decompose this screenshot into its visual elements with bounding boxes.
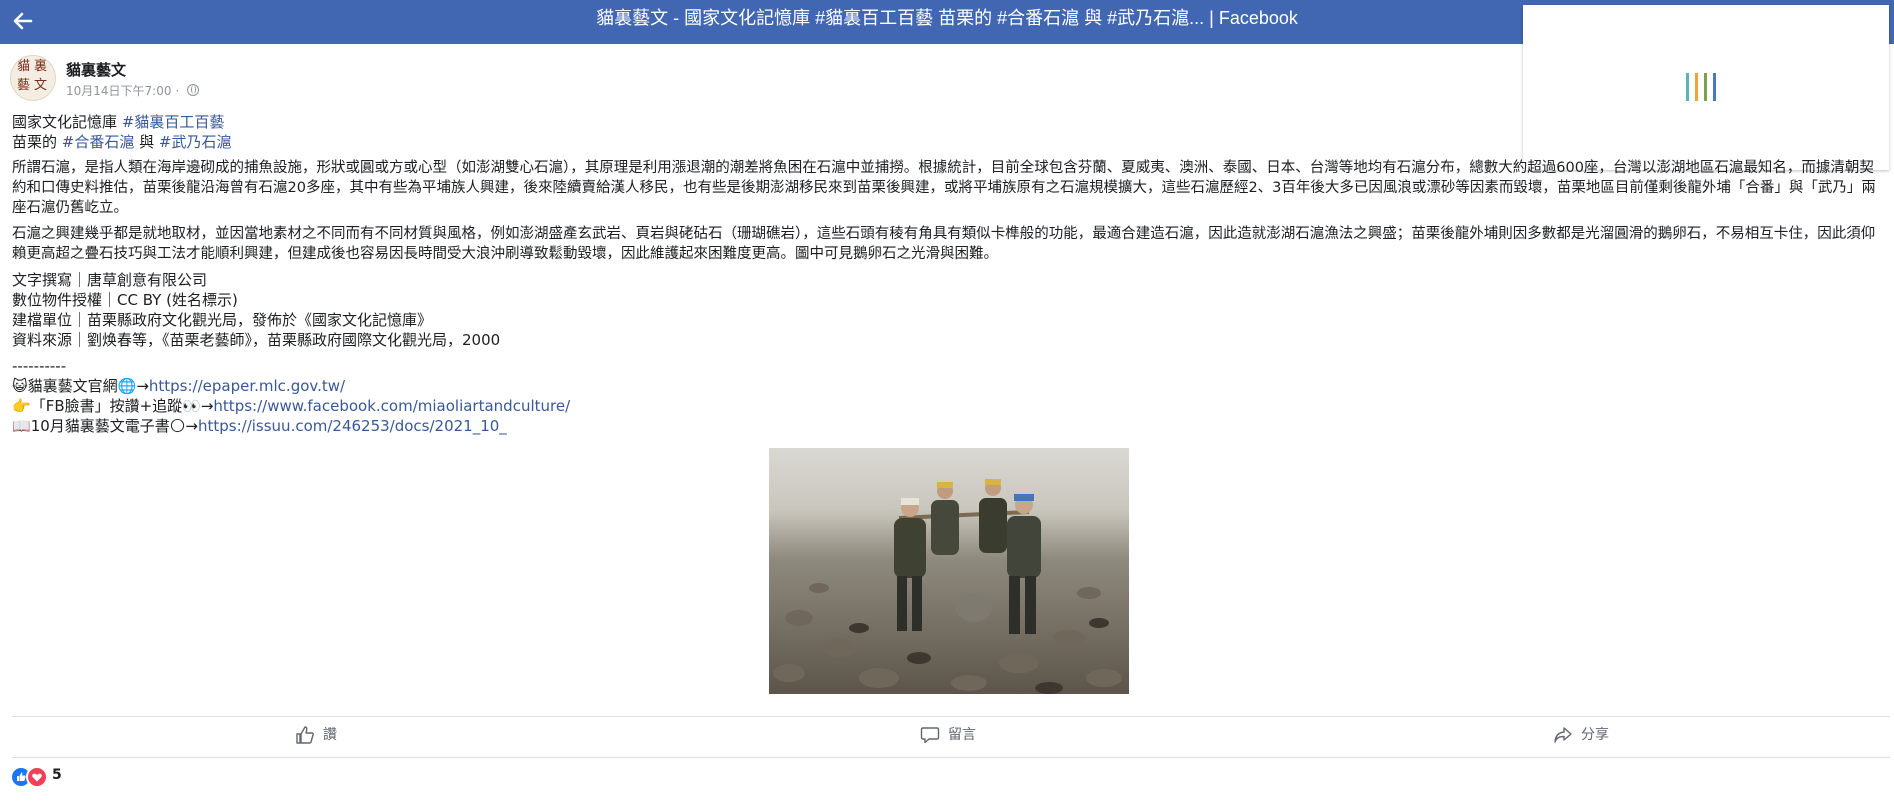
- post-timestamp[interactable]: 10月14日下午7:00: [66, 84, 172, 98]
- link-line: 👉「FB臉書」按讚+追蹤👀→https://www.facebook.com/m…: [12, 396, 1886, 416]
- credit-line: 建檔單位｜苗栗縣政府文化觀光局，發佈於《國家文化記憶庫》: [12, 311, 433, 329]
- hashtag-link[interactable]: #貓裏百工百藝: [122, 113, 225, 131]
- book-icon: 📖: [12, 417, 31, 435]
- post-photo[interactable]: [769, 448, 1129, 694]
- link-line: 📖10月貓裏藝文電子書🌕→https://issuu.com/246253/do…: [12, 416, 1886, 436]
- hashtag-link[interactable]: #合番石滬: [62, 133, 135, 151]
- meta-separator: ·: [171, 84, 183, 98]
- credits-block: 文字撰寫｜唐草創意有限公司 數位物件授權｜CC BY (姓名標示) 建檔單位｜苗…: [12, 270, 1886, 350]
- ebook-link[interactable]: https://issuu.com/246253/docs/2021_10_: [198, 417, 507, 435]
- share-label: 分享: [1581, 727, 1609, 743]
- link-line: 😺貓裏藝文官網🌐→https://epaper.mlc.gov.tw/: [12, 376, 1886, 396]
- line-text: 與: [134, 133, 159, 151]
- line-text: 國家文化記憶庫: [12, 113, 122, 131]
- website-link[interactable]: https://epaper.mlc.gov.tw/: [149, 377, 345, 395]
- comment-label: 留言: [948, 727, 976, 743]
- post-meta: 10月14日下午7:00 ·: [66, 82, 199, 99]
- loading-bar: [1713, 73, 1716, 101]
- like-label: 讚: [323, 727, 337, 743]
- link-label: 貓裏藝文官網🌐→: [27, 377, 149, 395]
- like-button[interactable]: 讚: [295, 724, 337, 748]
- thumbs-up-icon: [296, 726, 314, 744]
- post-paragraph: 所謂石滬，是指人類在海岸邊砌成的捕魚設施，形狀或圓或方或心型（如澎湖雙心石滬），…: [12, 160, 1876, 216]
- hashtag-link[interactable]: #武乃石滬: [159, 133, 232, 151]
- comment-button[interactable]: 留言: [920, 724, 976, 748]
- loading-bar: [1695, 73, 1698, 101]
- credit-line: 資料來源｜劉焕春等，《苗栗老藝師》，苗栗縣政府國際文化觀光局，2000: [12, 331, 501, 349]
- reaction-count: 5: [52, 767, 62, 783]
- credit-line: 文字撰寫｜唐草創意有限公司: [12, 271, 208, 289]
- cat-emoji-icon: 😺: [12, 377, 28, 395]
- loading-bar: [1704, 73, 1707, 101]
- line-text: 苗栗的: [12, 133, 62, 151]
- post-line-1: 國家文化記憶庫 #貓裏百工百藝: [12, 112, 1886, 132]
- loading-bar: [1686, 73, 1689, 101]
- divider: [12, 716, 1890, 717]
- share-icon: [1554, 727, 1572, 743]
- facebook-link[interactable]: https://www.facebook.com/miaoliartandcul…: [213, 397, 570, 415]
- post-body: 國家文化記憶庫 #貓裏百工百藝 苗栗的 #合番石滬 與 #武乃石滬 所謂石滬，是…: [12, 112, 1886, 436]
- credit-line: 數位物件授權｜CC BY (姓名標示): [12, 291, 238, 309]
- post-paragraph: 石滬之興建幾乎都是就地取材，並因當地素材之不同而有不同材質與風格，例如澎湖盛產玄…: [12, 226, 1876, 262]
- separator-line: ----------: [12, 357, 67, 375]
- pointing-hand-icon: 👉: [12, 397, 31, 415]
- love-reaction-icon: [26, 766, 48, 788]
- comment-icon: [920, 727, 940, 744]
- link-label: 10月貓裏藝文電子書🌕→: [30, 417, 198, 435]
- divider: [12, 757, 1890, 758]
- page-name[interactable]: 貓裏藝文: [66, 59, 126, 80]
- link-label: 「FB臉書」按讚+追蹤👀→: [30, 397, 214, 415]
- post-line-2: 苗栗的 #合番石滬 與 #武乃石滬: [12, 132, 1886, 152]
- avatar[interactable]: 貓裏 藝文: [10, 55, 56, 101]
- share-button[interactable]: 分享: [1553, 724, 1609, 748]
- globe-icon: [186, 84, 199, 96]
